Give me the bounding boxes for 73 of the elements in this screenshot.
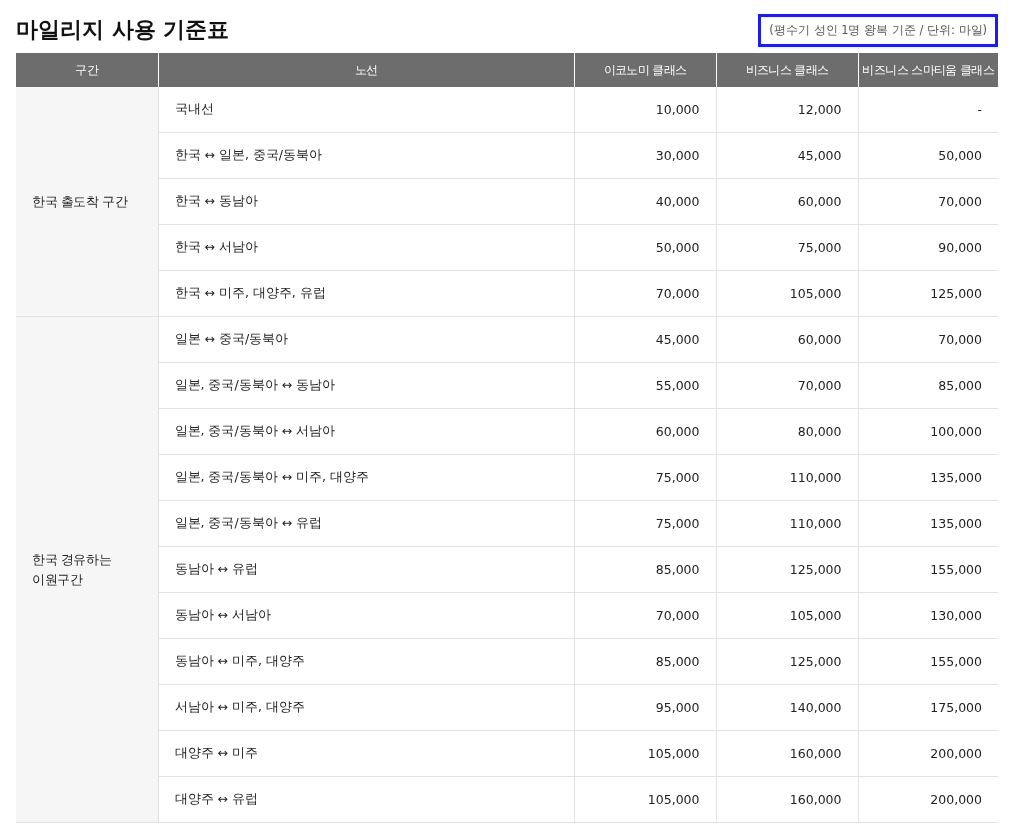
mileage-cell: 70,000 (574, 270, 716, 317)
mileage-cell: 200,000 (858, 730, 998, 777)
mileage-cell: 175,000 (858, 684, 998, 731)
mileage-cell: 200,000 (858, 776, 998, 823)
mileage-cell: 125,000 (858, 270, 998, 317)
mileage-cell: 135,000 (858, 500, 998, 547)
mileage-cell: 75,000 (574, 454, 716, 501)
route-cell: 한국 ↔ 일본, 중국/동북아 (158, 132, 574, 179)
mileage-cell: 105,000 (716, 270, 858, 317)
mileage-cell: 60,000 (574, 408, 716, 455)
mileage-cell: 10,000 (574, 87, 716, 133)
mileage-cell: 50,000 (858, 132, 998, 179)
mileage-cell: 70,000 (574, 592, 716, 639)
mileage-cell: 70,000 (858, 316, 998, 363)
route-cell: 일본, 중국/동북아 ↔ 미주, 대양주 (158, 454, 574, 501)
route-cell: 한국 ↔ 동남아 (158, 178, 574, 225)
mileage-cell: 110,000 (716, 454, 858, 501)
mileage-cell: 75,000 (716, 224, 858, 271)
mileage-cell: 125,000 (716, 546, 858, 593)
route-cell: 국내선 (158, 87, 574, 133)
route-cell: 일본, 중국/동북아 ↔ 서남아 (158, 408, 574, 455)
mileage-cell: 135,000 (858, 454, 998, 501)
mileage-cell: 90,000 (858, 224, 998, 271)
route-cell: 대양주 ↔ 유럽 (158, 776, 574, 823)
mileage-cell: 110,000 (716, 500, 858, 547)
mileage-cell: 140,000 (716, 684, 858, 731)
mileage-cell: 50,000 (574, 224, 716, 271)
mileage-cell: 125,000 (716, 638, 858, 685)
route-cell: 동남아 ↔ 미주, 대양주 (158, 638, 574, 685)
route-cell: 동남아 ↔ 서남아 (158, 592, 574, 639)
mileage-cell: 85,000 (858, 362, 998, 409)
mileage-cell: 160,000 (716, 776, 858, 823)
column-header: 노선 (158, 53, 574, 87)
column-header: 이코노미 클래스 (574, 53, 716, 87)
column-header: 비즈니스 스마티움 클래스 (858, 53, 998, 87)
route-cell: 일본, 중국/동북아 ↔ 동남아 (158, 362, 574, 409)
mileage-cell: 45,000 (716, 132, 858, 179)
mileage-cell: 155,000 (858, 638, 998, 685)
unit-note: (평수기 성인 1명 왕복 기준 / 단위: 마일) (758, 14, 998, 47)
section-cell: 한국 출도착 구간 (16, 87, 158, 317)
mileage-cell: 130,000 (858, 592, 998, 639)
mileage-cell: 100,000 (858, 408, 998, 455)
mileage-cell: 75,000 (574, 500, 716, 547)
column-header: 구간 (16, 53, 158, 87)
route-cell: 동남아 ↔ 유럽 (158, 546, 574, 593)
mileage-cell: 55,000 (574, 362, 716, 409)
mileage-cell: 60,000 (716, 316, 858, 363)
mileage-cell: 155,000 (858, 546, 998, 593)
mileage-cell: - (858, 87, 998, 133)
mileage-cell: 30,000 (574, 132, 716, 179)
route-cell: 한국 ↔ 서남아 (158, 224, 574, 271)
mileage-cell: 60,000 (716, 178, 858, 225)
mileage-cell: 12,000 (716, 87, 858, 133)
route-cell: 서남아 ↔ 미주, 대양주 (158, 684, 574, 731)
route-cell: 한국 ↔ 미주, 대양주, 유럽 (158, 270, 574, 317)
column-header: 비즈니스 클래스 (716, 53, 858, 87)
mileage-cell: 70,000 (858, 178, 998, 225)
mileage-cell: 105,000 (574, 730, 716, 777)
route-cell: 일본 ↔ 중국/동북아 (158, 316, 574, 363)
mileage-cell: 80,000 (716, 408, 858, 455)
route-cell: 대양주 ↔ 미주 (158, 730, 574, 777)
mileage-cell: 105,000 (716, 592, 858, 639)
mileage-cell: 45,000 (574, 316, 716, 363)
mileage-cell: 85,000 (574, 546, 716, 593)
mileage-cell: 105,000 (574, 776, 716, 823)
page-title: 마일리지 사용 기준표 (16, 16, 230, 44)
section-cell: 한국 경유하는 이원구간 (16, 316, 158, 823)
mileage-cell: 160,000 (716, 730, 858, 777)
mileage-cell: 70,000 (716, 362, 858, 409)
mileage-cell: 85,000 (574, 638, 716, 685)
route-cell: 일본, 중국/동북아 ↔ 유럽 (158, 500, 574, 547)
mileage-cell: 95,000 (574, 684, 716, 731)
mileage-cell: 40,000 (574, 178, 716, 225)
